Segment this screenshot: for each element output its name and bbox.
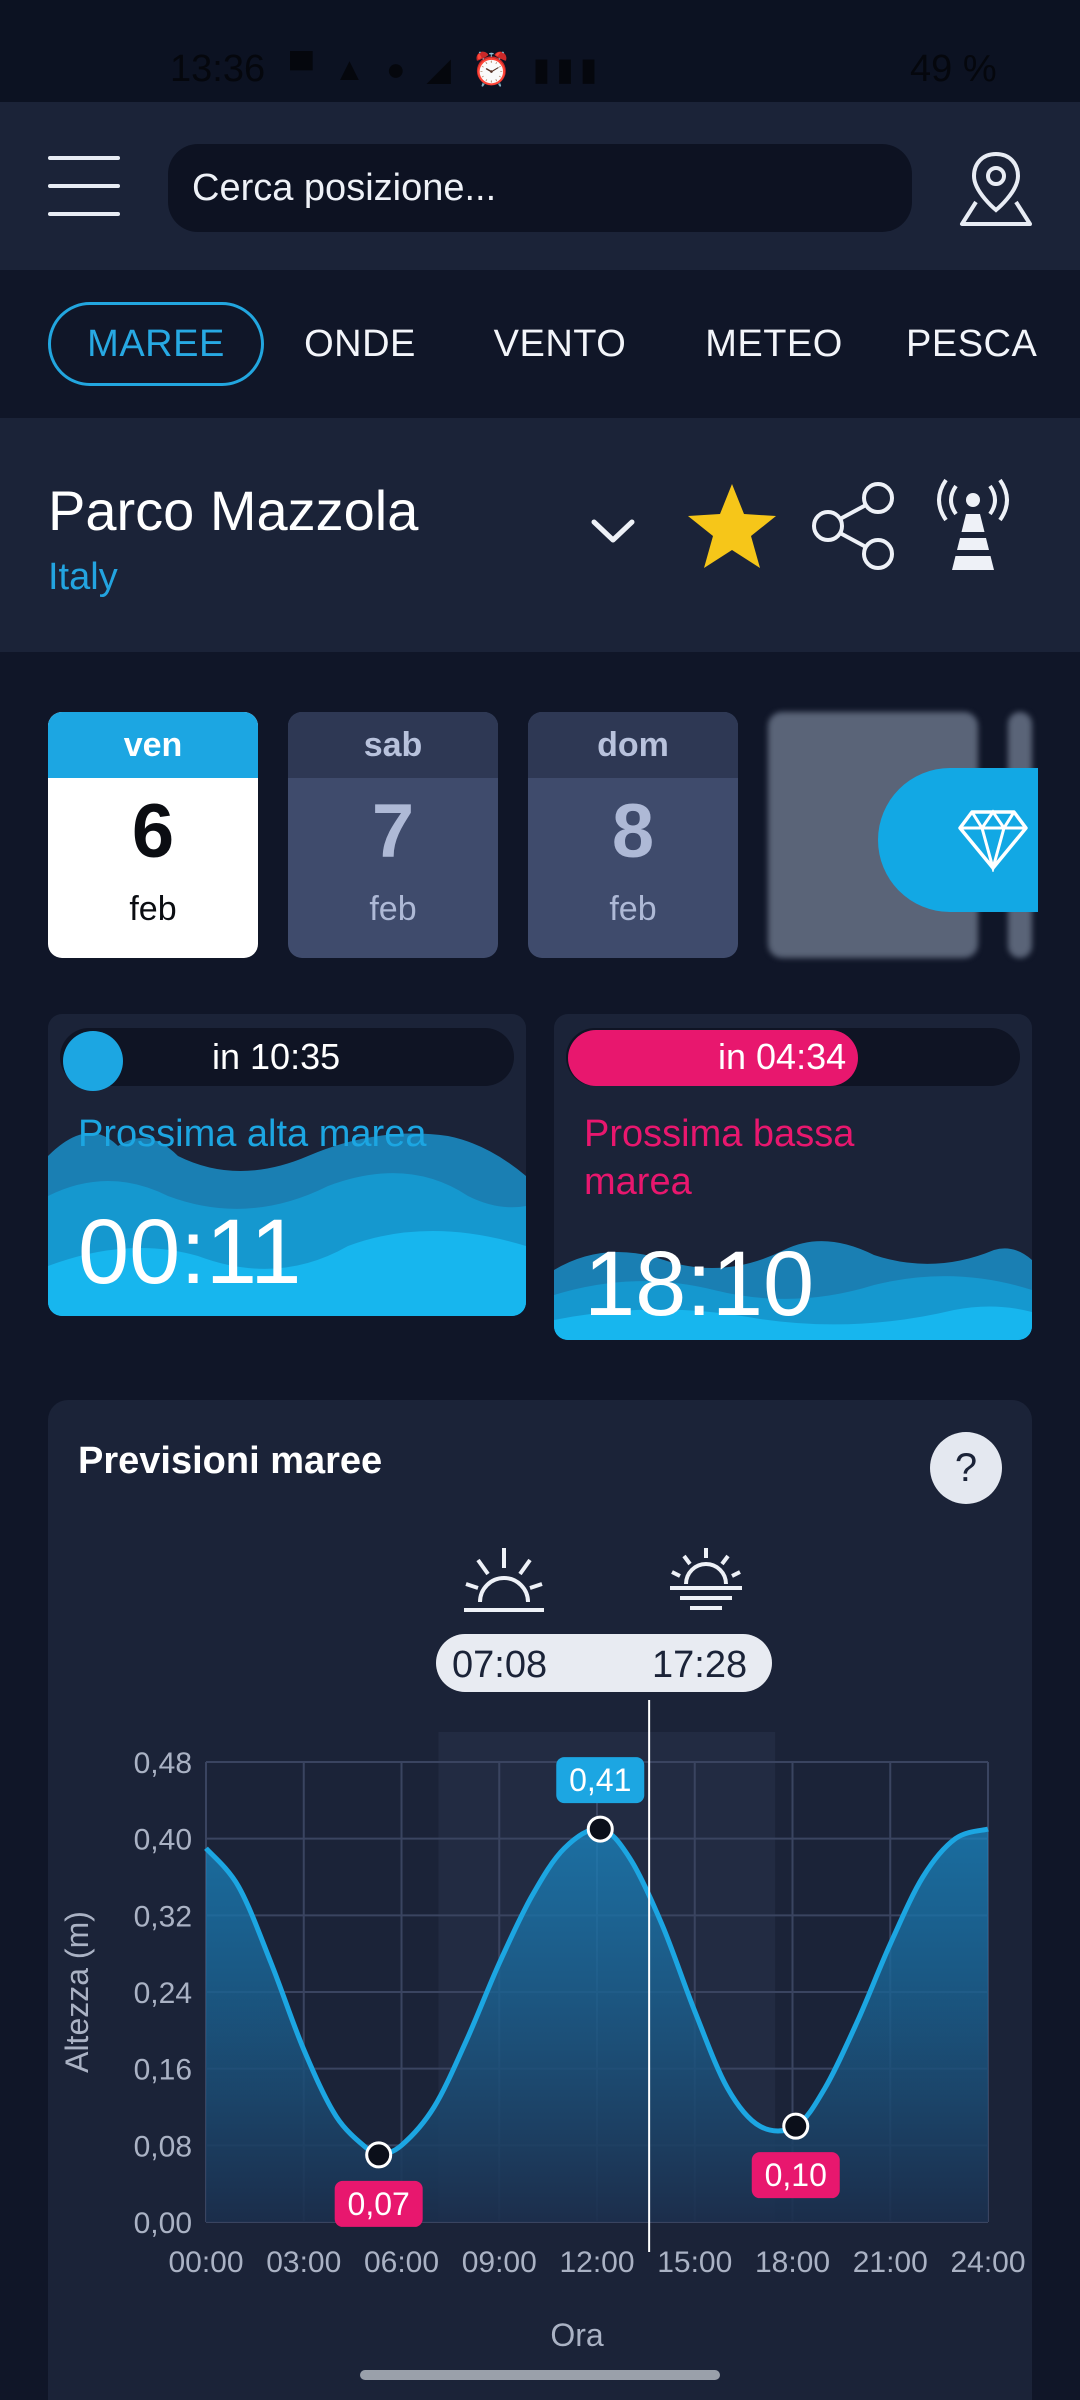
low-tide-label-1: Prossima bassa	[584, 1113, 855, 1155]
day-card[interactable]: sab 7 feb	[288, 712, 498, 958]
day-of-week: ven	[48, 712, 258, 778]
y-tick-label: 0,08	[134, 2130, 192, 2163]
status-bar: 13:36 ▀ ▲ ● ◢ ⏰ ▮▮▮ 49 %	[0, 0, 1080, 102]
x-tick-label: 03:00	[266, 2246, 341, 2279]
tab-meteo[interactable]: METEO	[692, 302, 856, 386]
tide-extremum-point[interactable]	[365, 2141, 393, 2169]
y-tick-label: 0,40	[134, 1824, 192, 1857]
location-name: Parco Mazzola	[48, 479, 419, 542]
low-tide-label-2: marea	[584, 1161, 692, 1203]
tide-extremum-point[interactable]	[586, 1815, 614, 1843]
day-number: 7	[371, 789, 415, 874]
tide-value-label: 0,10	[765, 2157, 827, 2193]
low-tide-time: 18:10	[584, 1233, 815, 1335]
low-tide-countdown: in 04:34	[718, 1036, 847, 1077]
y-tick-label: 0,16	[134, 2054, 192, 2087]
location-header: Parco Mazzola Italy	[0, 418, 1080, 652]
sun-times-pill: 07:08 17:28	[436, 1634, 772, 1692]
high-tide-label: Prossima alta marea	[78, 1113, 427, 1155]
battery-level: 49 %	[910, 48, 997, 90]
x-axis-label: Ora	[550, 2317, 604, 2353]
share-icon[interactable]	[808, 480, 898, 572]
y-tick-label: 0,48	[134, 1747, 192, 1780]
high-tide-indicator	[63, 1031, 123, 1091]
day-card[interactable]: dom 8 feb	[528, 712, 738, 958]
day-month: feb	[369, 890, 417, 928]
menu-icon[interactable]	[48, 154, 120, 218]
tide-chart[interactable]: 0,00 0,08 0,16 0,24 0,32 0,40 0,48 00:00 03:00 06…	[48, 1700, 1032, 2360]
y-tick-label: 0,00	[134, 2207, 192, 2240]
x-tick-label: 18:00	[755, 2246, 830, 2279]
tide-extremum-point[interactable]	[782, 2112, 810, 2140]
high-tide-countdown: in 10:35	[212, 1036, 341, 1077]
high-tide-time: 00:11	[78, 1201, 302, 1303]
day-number: 8	[611, 789, 655, 874]
forecast-title: Previsioni maree	[78, 1440, 383, 1482]
day-month: feb	[129, 890, 177, 928]
location-country: Italy	[48, 556, 118, 598]
y-tick-label: 0,24	[134, 1977, 192, 2010]
x-tick-label: 21:00	[853, 2246, 928, 2279]
tab-maree[interactable]: MAREE	[48, 302, 264, 386]
x-tick-label: 12:00	[559, 2246, 634, 2279]
help-button[interactable]: ?	[930, 1432, 1002, 1504]
day-of-week: sab	[288, 712, 498, 778]
sunrise-time: 07:08	[452, 1644, 548, 1686]
favorite-star-icon[interactable]	[684, 480, 780, 572]
tide-value-label: 0,41	[569, 1762, 631, 1798]
sunset-time: 17:28	[652, 1644, 748, 1686]
app-header: Cerca posizione...	[0, 102, 1080, 270]
tab-onde[interactable]: ONDE	[292, 302, 428, 386]
x-tick-label: 09:00	[462, 2246, 537, 2279]
tide-station-icon[interactable]	[930, 478, 1016, 574]
day-card-selected[interactable]: ven 6 feb	[48, 712, 258, 958]
day-of-week: dom	[528, 712, 738, 778]
x-tick-label: 15:00	[657, 2246, 732, 2279]
search-placeholder: Cerca posizione...	[192, 166, 497, 209]
next-low-tide-card[interactable]: in 04:34 Prossima bassa marea 18:10	[554, 1014, 1032, 1340]
tab-pesca[interactable]: PESCA	[906, 302, 1074, 386]
premium-button[interactable]	[878, 768, 1038, 912]
chevron-down-icon[interactable]	[588, 506, 638, 556]
location-pin-icon[interactable]	[956, 148, 1036, 228]
gesture-nav-bar[interactable]	[360, 2370, 720, 2380]
status-icons: ▀ ▲ ● ◢ ⏰ ▮▮▮	[290, 51, 604, 87]
y-tick-label: 0,32	[134, 1900, 192, 1933]
sunrise-icon	[464, 1548, 544, 1612]
tide-area	[206, 1828, 988, 2222]
next-high-tide-card[interactable]: in 10:35 Prossima alta marea 00:11	[48, 1014, 526, 1316]
day-number: 6	[131, 789, 175, 874]
sunset-icon	[670, 1548, 742, 1610]
tab-vento[interactable]: VENTO	[480, 302, 640, 386]
x-tick-label: 24:00	[950, 2246, 1025, 2279]
x-tick-label: 00:00	[168, 2246, 243, 2279]
status-time: 13:36	[170, 48, 266, 90]
tab-bar: MAREE ONDE VENTO METEO PESCA	[0, 270, 1080, 418]
x-tick-label: 06:00	[364, 2246, 439, 2279]
y-axis-label: Altezza (m)	[59, 1911, 95, 2073]
search-input[interactable]: Cerca posizione...	[168, 144, 912, 232]
diamond-icon	[958, 809, 1028, 872]
day-month: feb	[609, 890, 657, 928]
tide-value-label: 0,07	[348, 2186, 410, 2222]
